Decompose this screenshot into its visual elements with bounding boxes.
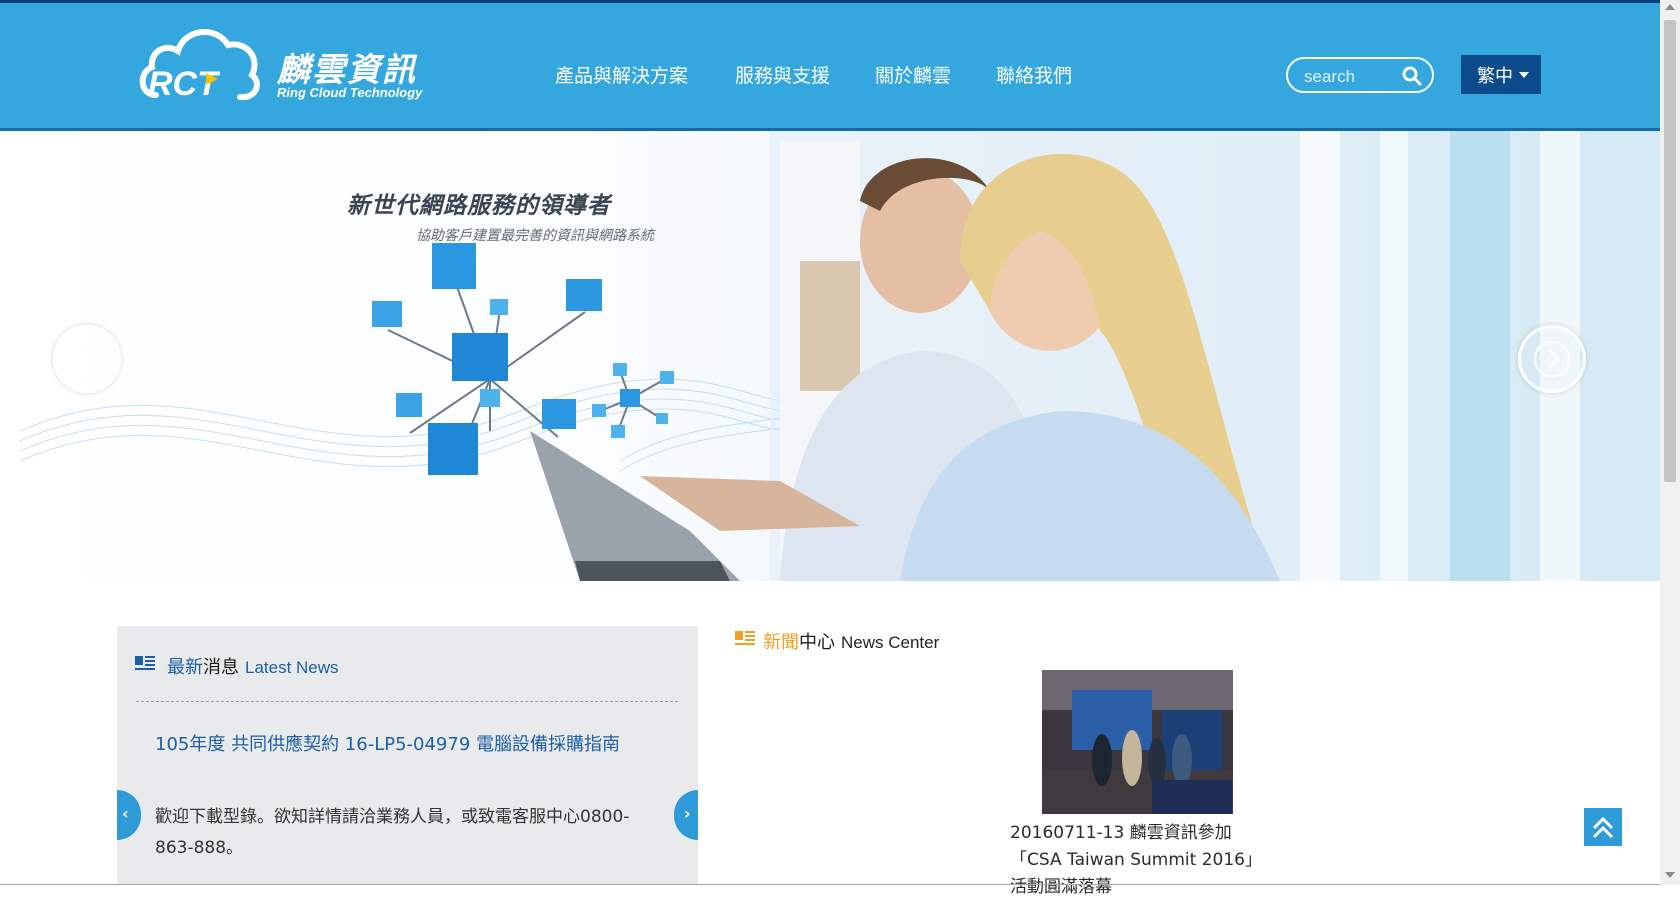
latest-news-title-part1: 最新: [167, 657, 203, 678]
search-input[interactable]: [1302, 65, 1406, 89]
scroll-up-icon[interactable]: [1665, 4, 1675, 10]
nav-item-about[interactable]: 關於麟雲: [875, 61, 951, 88]
caret-down-icon: [1519, 72, 1529, 78]
carousel-next-button[interactable]: [1518, 325, 1586, 393]
news-center-title-part1: 新聞: [763, 632, 799, 653]
news-photo: [1042, 670, 1233, 814]
latest-news-panel: 最新消息 Latest News 105年度 共同供應契約 16-LP5-0497…: [117, 626, 698, 885]
search-box: [1286, 57, 1434, 93]
news-caption-link[interactable]: 20160711-13 麟雲資訊參加「CSA Taiwan Summit 201…: [1010, 820, 1270, 901]
latest-news-title: 最新消息 Latest News: [167, 653, 339, 679]
chevron-right-icon: ›: [684, 804, 691, 823]
brand-name-zh: 麟雲資訊: [277, 50, 417, 89]
news-center-title-en: News Center: [841, 633, 940, 652]
news-center-title: 新聞中心 News Center: [763, 628, 939, 654]
banner-illustration: [19, 131, 1660, 581]
hero-banner: 新世代網路服務的領導者 協助客戶建置最完善的資訊與網路系統: [0, 131, 1660, 581]
news-thumbnail[interactable]: [1042, 670, 1233, 814]
nav-item-service[interactable]: 服務與支援: [735, 61, 830, 88]
site-header: RCT 麟雲資訊 Ring Cloud Technology 產品與解決方案 服…: [0, 3, 1660, 131]
news-list-icon: [135, 656, 155, 670]
divider: [136, 701, 678, 702]
language-selector[interactable]: 繁中: [1461, 55, 1541, 94]
news-center-title-part2: 中心: [799, 632, 835, 653]
nav-item-products[interactable]: 產品與解決方案: [555, 61, 688, 88]
cloud-logo-icon: RCT: [139, 29, 260, 103]
brand-name-en: Ring Cloud Technology: [277, 85, 423, 100]
banner-title: 新世代網路服務的領導者: [347, 193, 611, 219]
language-selected: 繁中: [1477, 66, 1513, 87]
page-scrollbar[interactable]: [1660, 0, 1680, 885]
latest-news-title-en: Latest News: [245, 658, 339, 677]
nav-item-contact[interactable]: 聯絡我們: [996, 61, 1072, 88]
carousel-prev-button[interactable]: [53, 325, 121, 393]
chevron-left-icon: [69, 341, 105, 377]
back-to-top-button[interactable]: [1584, 808, 1622, 846]
chevron-right-icon: [1534, 341, 1570, 377]
scroll-down-icon[interactable]: [1665, 872, 1675, 878]
latest-news-title-part2: 消息: [203, 657, 239, 678]
news-center-icon: [735, 631, 755, 645]
banner-subtitle: 協助客戶建置最完善的資訊與網路系統: [416, 228, 654, 244]
logo-mark-text: RCT: [148, 65, 221, 103]
latest-news-body: 歡迎下載型錄。欲知詳情請洽業務人員，或致電客服中心0800-863-888。: [155, 807, 630, 858]
brand-logo[interactable]: RCT 麟雲資訊 Ring Cloud Technology: [136, 23, 446, 109]
double-chevron-up-icon: [1592, 816, 1614, 839]
chevron-left-icon: ‹: [122, 804, 129, 823]
scroll-thumb[interactable]: [1664, 20, 1676, 482]
search-icon[interactable]: [1402, 66, 1422, 86]
latest-news-headline-link[interactable]: 105年度 共同供應契約 16-LP5-04979 電腦設備採購指南: [155, 730, 620, 756]
